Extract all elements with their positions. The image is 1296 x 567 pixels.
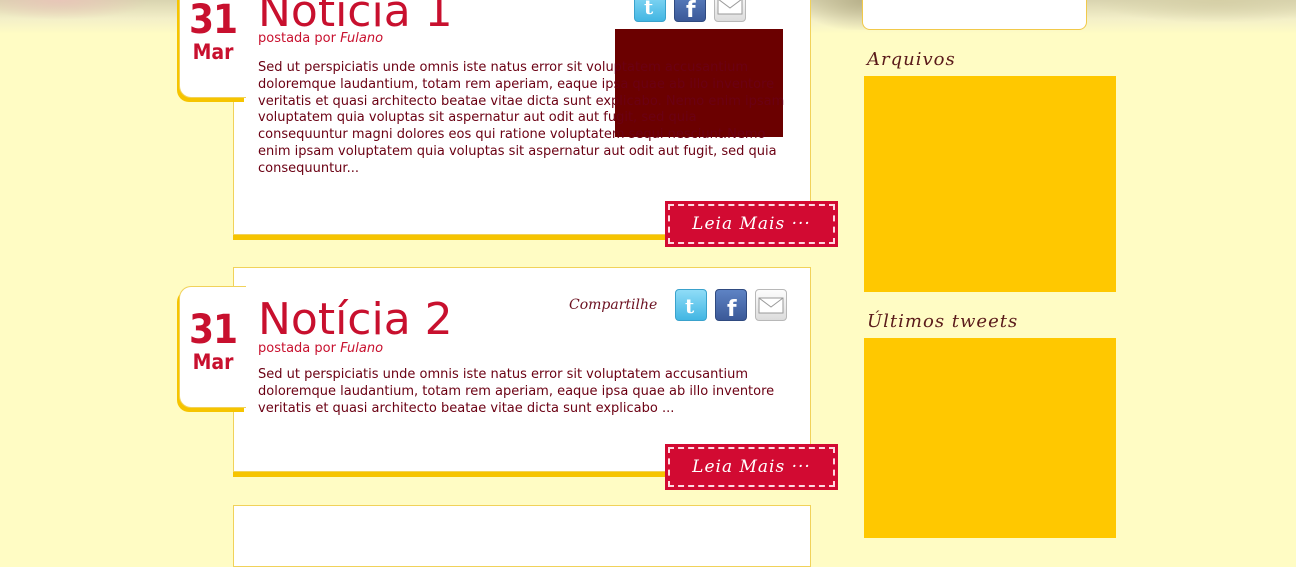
byline-prefix: postada por bbox=[258, 341, 336, 356]
mail-icon[interactable] bbox=[755, 289, 788, 321]
share-bar: Compartilhe t f bbox=[569, 288, 795, 322]
post-excerpt: Sed ut perspiciatis unde omnis iste natu… bbox=[258, 367, 775, 416]
post-byline: postada por Fulano bbox=[258, 31, 383, 46]
post-card-3 bbox=[233, 505, 811, 567]
post-card-2: Notícia 2 Compartilhe t f postada por Fu… bbox=[233, 267, 811, 472]
facebook-icon[interactable]: f bbox=[674, 0, 706, 22]
post-excerpt: Sed ut perspiciatis unde omnis iste natu… bbox=[258, 60, 785, 176]
post-author[interactable]: Fulano bbox=[340, 31, 383, 46]
tweets-heading: Últimos tweets bbox=[867, 311, 1019, 332]
post-day: 31 bbox=[188, 0, 238, 43]
post-byline: postada por Fulano bbox=[258, 341, 383, 356]
svg-text:f: f bbox=[727, 297, 737, 320]
post-title[interactable]: Notícia 2 bbox=[258, 295, 453, 345]
post-day: 31 bbox=[188, 307, 238, 353]
post-card-1: Notícia 1 t f postada por Fulano Sed ut … bbox=[233, 0, 811, 235]
svg-text:t: t bbox=[644, 0, 654, 19]
tweets-panel bbox=[864, 338, 1116, 538]
twitter-icon[interactable]: t bbox=[634, 0, 666, 22]
post-month: Mar bbox=[192, 350, 234, 374]
post-month: Mar bbox=[192, 40, 234, 64]
share-label: Compartilhe bbox=[569, 297, 658, 313]
archives-panel bbox=[864, 76, 1116, 292]
twitter-icon[interactable]: t bbox=[675, 289, 708, 321]
mail-icon[interactable] bbox=[714, 0, 746, 22]
facebook-icon[interactable]: f bbox=[715, 289, 748, 321]
post-date-1: 31 Mar bbox=[179, 0, 246, 98]
svg-text:f: f bbox=[686, 0, 696, 21]
sidebar-search-box bbox=[862, 0, 1087, 30]
read-more-button[interactable]: Leia Mais ··· bbox=[665, 444, 838, 490]
read-more-button[interactable]: Leia Mais ··· bbox=[665, 201, 838, 247]
share-bar: t f bbox=[634, 0, 754, 23]
read-more-label: Leia Mais ··· bbox=[668, 204, 835, 244]
post-author[interactable]: Fulano bbox=[340, 341, 383, 356]
svg-text:t: t bbox=[685, 294, 695, 318]
read-more-label: Leia Mais ··· bbox=[668, 447, 835, 487]
post-date-2: 31 Mar bbox=[179, 286, 246, 408]
byline-prefix: postada por bbox=[258, 31, 336, 46]
archives-heading: Arquivos bbox=[867, 49, 956, 70]
